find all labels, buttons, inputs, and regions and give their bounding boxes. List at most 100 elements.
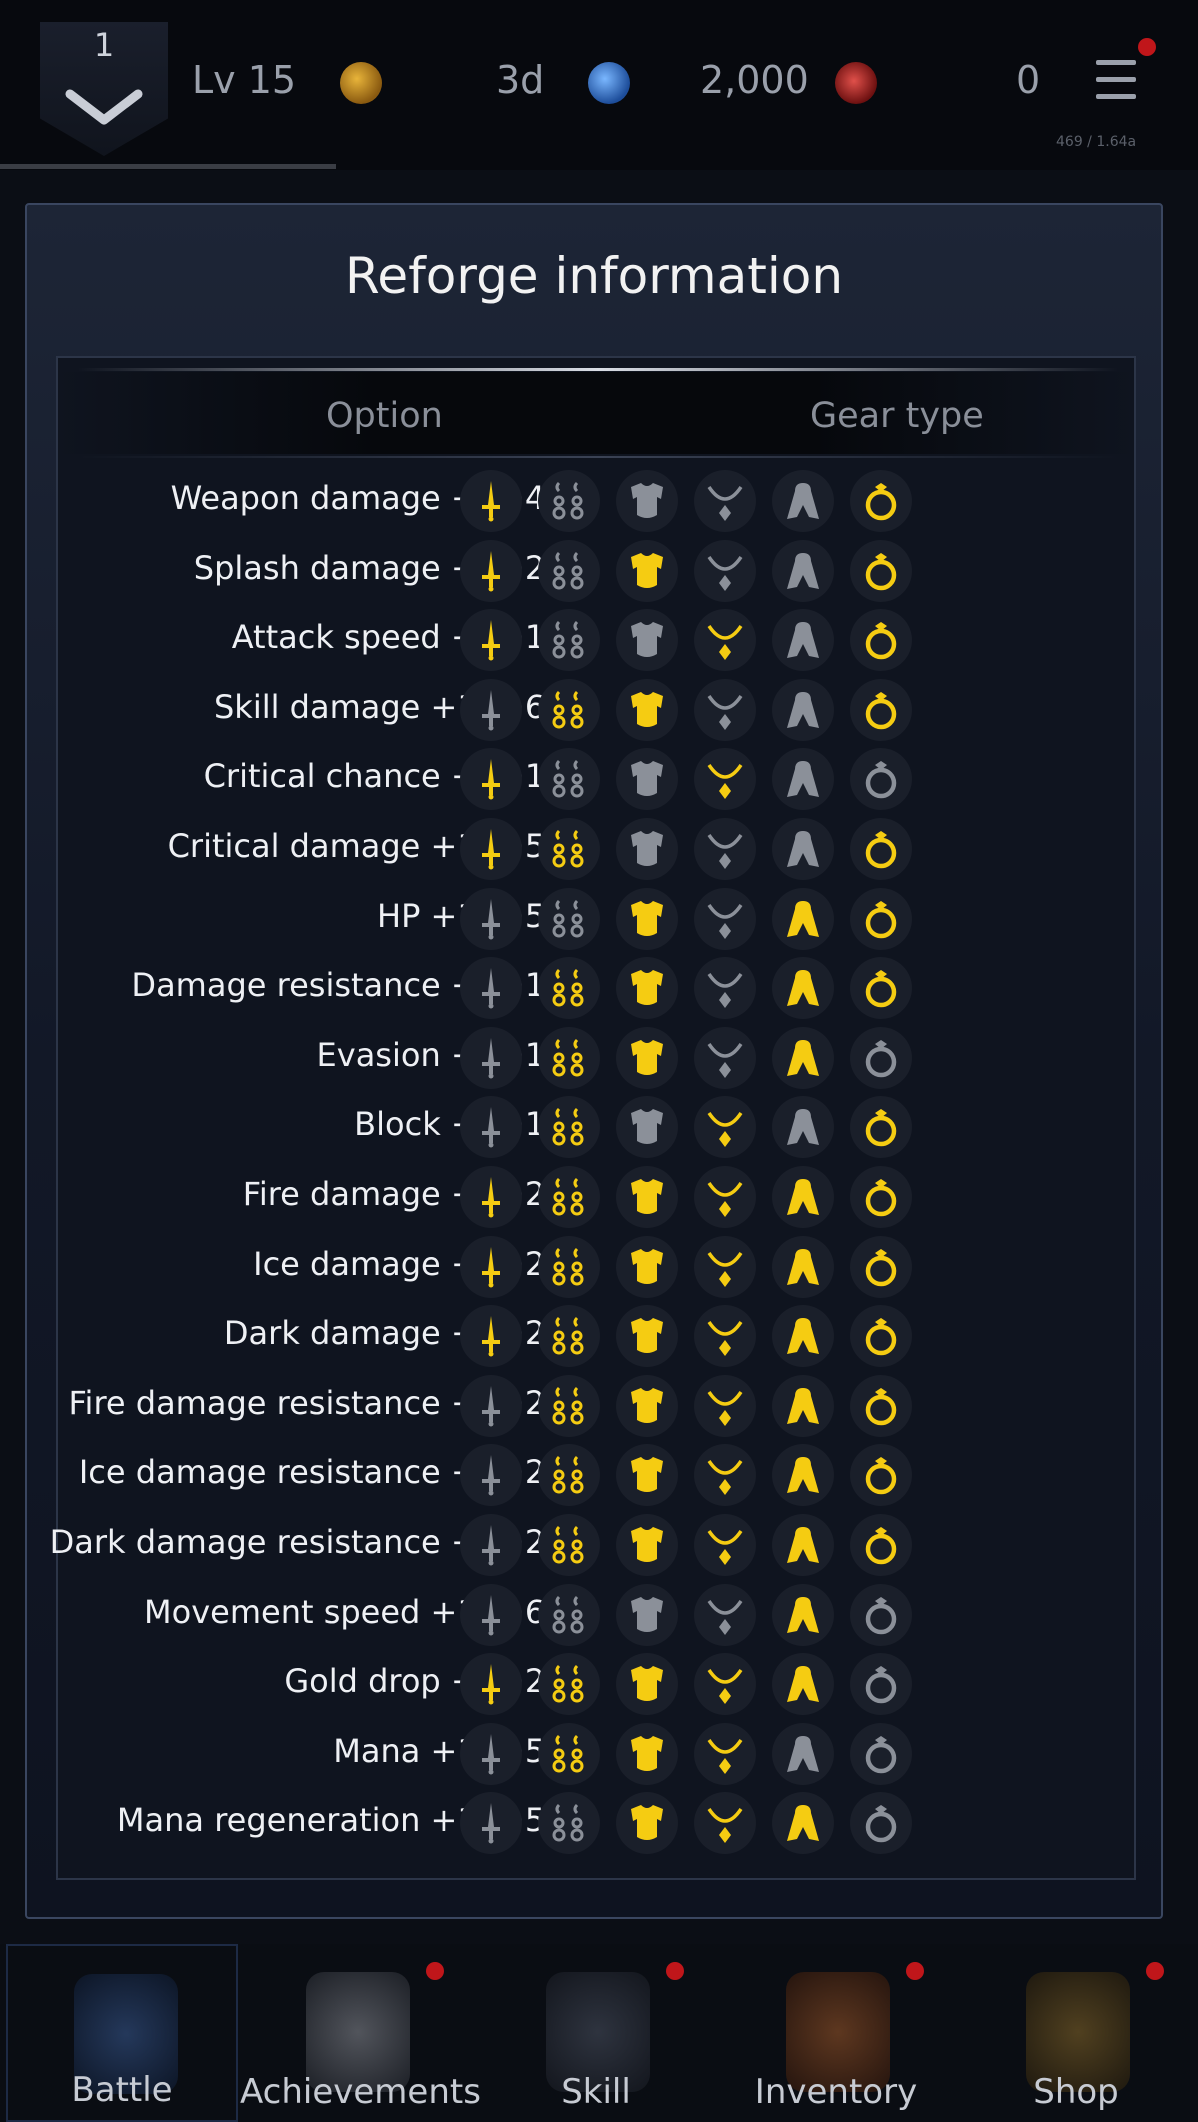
necklace-icon <box>694 609 756 672</box>
cloak-icon <box>772 1583 834 1646</box>
ring-icon <box>850 1722 912 1785</box>
sword-icon <box>460 1444 522 1507</box>
earring-icon <box>538 1096 600 1159</box>
sword-icon <box>460 1026 522 1089</box>
nav-inventory[interactable]: Inventory <box>720 1944 952 2122</box>
table-row: Skill damage +12~60% <box>58 675 1134 745</box>
sword-icon <box>460 1792 522 1855</box>
sword-icon <box>460 818 522 880</box>
sword-icon <box>460 470 522 532</box>
earring-icon <box>538 1653 600 1716</box>
column-option: Option <box>326 396 443 436</box>
ring-icon <box>850 678 912 741</box>
sword-icon <box>460 1305 522 1368</box>
sword-icon <box>460 957 522 1020</box>
armor-icon <box>616 609 678 672</box>
table-row: HP +10~50% <box>58 884 1134 954</box>
earring-icon <box>538 1722 600 1785</box>
ring-icon <box>850 957 912 1020</box>
sword-icon <box>460 1096 522 1159</box>
notification-dot <box>1146 1962 1164 1980</box>
table-row: Critical chance +2~10% <box>58 744 1134 814</box>
earring-icon <box>538 1792 600 1855</box>
necklace-icon <box>694 1583 756 1646</box>
option-label: Damage resistance +3~15% <box>131 966 596 1005</box>
armor-icon <box>616 1096 678 1159</box>
nav-label-achievements: Achievements <box>240 2072 481 2112</box>
sword-icon <box>460 1514 522 1576</box>
header-bottom-divider <box>78 456 1118 458</box>
ruby-amount: 0 <box>1016 58 1041 102</box>
armor-icon <box>616 1305 678 1368</box>
reforge-table: Option Gear type Weapon damage +8~40% Spl… <box>50 356 1136 1880</box>
cloak-icon <box>772 1653 834 1716</box>
ring-icon <box>850 887 912 950</box>
earring-icon <box>538 887 600 950</box>
gold-amount: 3d <box>496 58 545 102</box>
earring-icon <box>538 678 600 741</box>
necklace-icon <box>694 748 756 811</box>
necklace-icon <box>694 1722 756 1785</box>
armor-icon <box>616 539 678 602</box>
necklace-icon <box>694 1374 756 1437</box>
ring-icon <box>850 818 912 880</box>
rank-badge[interactable]: 1 <box>40 22 168 156</box>
nav-shop[interactable]: Shop <box>960 1944 1192 2122</box>
cloak-icon <box>772 1444 834 1507</box>
notification-dot <box>1138 38 1156 56</box>
armor-icon <box>616 1374 678 1437</box>
table-row: Splash damage +5~25% <box>58 536 1134 606</box>
nav-battle[interactable]: Battle <box>6 1944 238 2122</box>
table-row: Dark damage resistance +5~25% <box>50 1510 1134 1580</box>
notification-dot <box>426 1962 444 1980</box>
earring-icon <box>538 1374 600 1437</box>
ring-icon <box>850 1444 912 1507</box>
cloak-icon <box>772 470 834 532</box>
option-label: Mana regeneration +10~50% <box>116 1801 596 1840</box>
table-row: Dark damage +5~25% <box>58 1301 1134 1371</box>
nav-achievements[interactable]: Achievements <box>240 1944 481 2122</box>
sword-icon <box>460 1653 522 1716</box>
sword-icon <box>460 1235 522 1298</box>
ring-icon <box>850 1374 912 1437</box>
ring-icon <box>850 1583 912 1646</box>
table-row: Mana regeneration +10~50% <box>58 1788 1134 1858</box>
cloak-icon <box>772 748 834 811</box>
gold-coin-icon <box>340 62 382 104</box>
exp-text: 469 / 1.64a <box>1056 134 1137 150</box>
cloak-icon <box>772 887 834 950</box>
cloak-icon <box>772 818 834 880</box>
table-row: Ice damage +5~25% <box>58 1232 1134 1302</box>
earring-icon <box>538 1026 600 1089</box>
earring-icon <box>538 470 600 532</box>
nav-label-battle: Battle <box>71 2070 173 2110</box>
globe-gem-icon <box>588 62 630 104</box>
notification-dot <box>666 1962 684 1980</box>
armor-icon <box>616 1653 678 1716</box>
table-row: Movement speed +12~60% <box>58 1580 1134 1650</box>
necklace-icon <box>694 887 756 950</box>
armor-icon <box>616 748 678 811</box>
necklace-icon <box>694 539 756 602</box>
earring-icon <box>538 1305 600 1368</box>
cloak-icon <box>772 1792 834 1855</box>
ring-icon <box>850 1166 912 1228</box>
armor-icon <box>616 678 678 741</box>
nav-skill[interactable]: Skill <box>480 1944 712 2122</box>
armor-icon <box>616 1444 678 1507</box>
cloak-icon <box>772 957 834 1020</box>
necklace-icon <box>694 1235 756 1298</box>
armor-icon <box>616 1514 678 1576</box>
earring-icon <box>538 1583 600 1646</box>
table-row: Ice damage resistance +5~25% <box>58 1440 1134 1510</box>
header-divider <box>78 368 1118 371</box>
earring-icon <box>538 957 600 1020</box>
necklace-icon <box>694 1305 756 1368</box>
table-row: Weapon damage +8~40% <box>58 466 1134 536</box>
menu-icon[interactable] <box>1096 60 1136 102</box>
table-row: Attack speed +2~10% <box>58 605 1134 675</box>
nav-label-inventory: Inventory <box>754 2072 918 2112</box>
armor-icon <box>616 957 678 1020</box>
earring-icon <box>538 748 600 811</box>
option-label: Critical damage +10~50% <box>167 827 596 865</box>
